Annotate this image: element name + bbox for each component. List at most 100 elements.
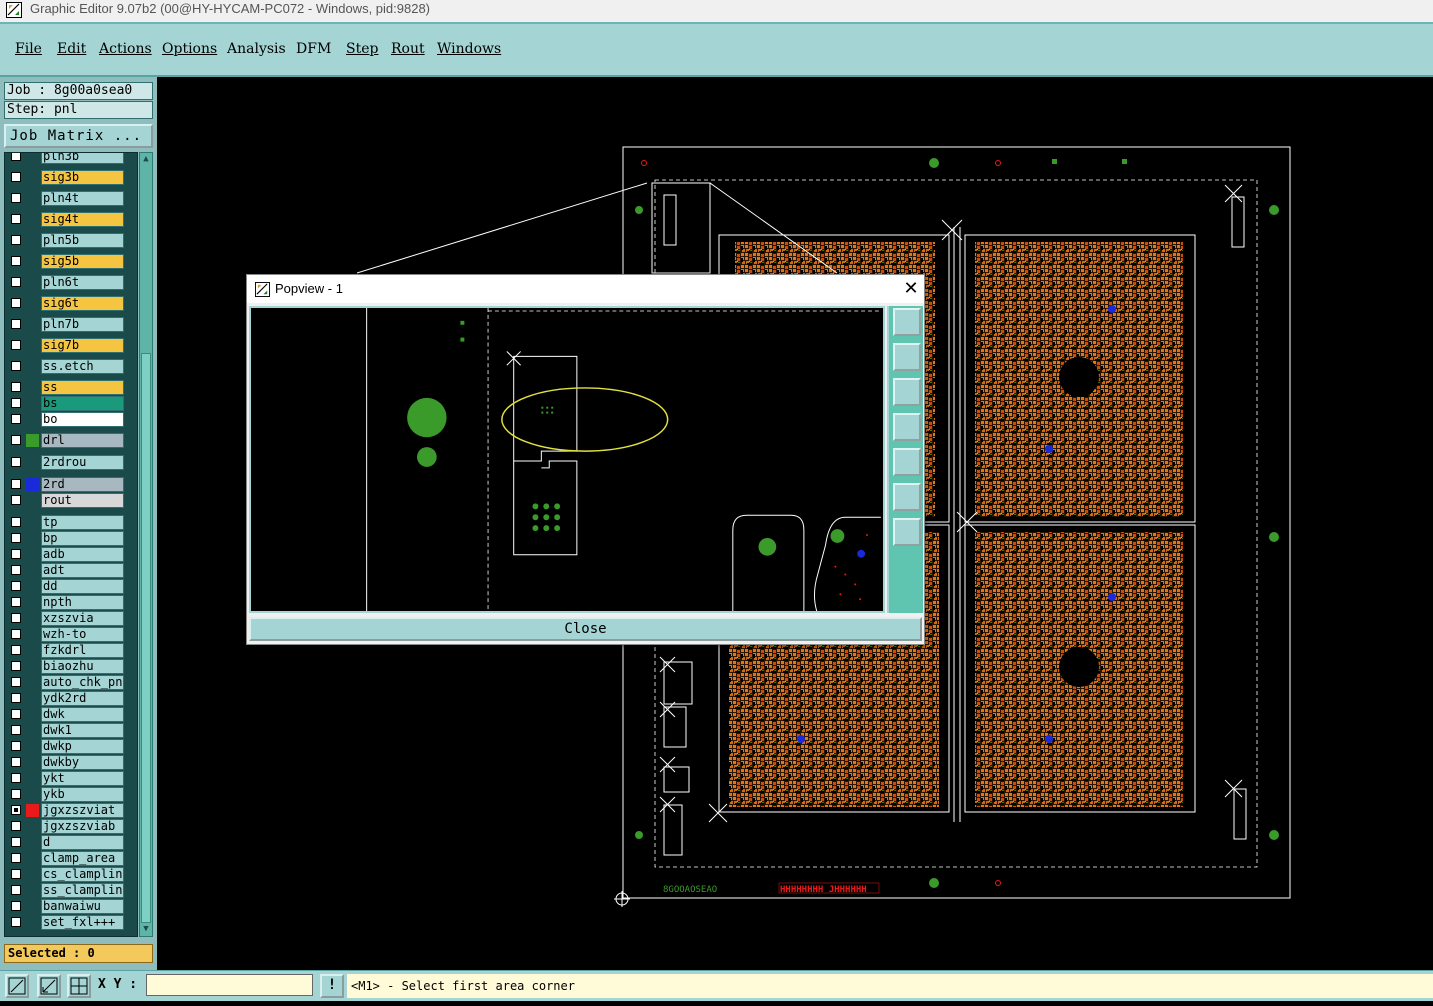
layer-row[interactable]: cs_clampline xyxy=(5,867,137,882)
layer-checkbox[interactable] xyxy=(11,597,21,607)
zoom-fit-icon[interactable] xyxy=(893,518,921,546)
layer-row[interactable]: sig4t xyxy=(5,212,137,227)
layer-checkbox[interactable] xyxy=(11,677,21,687)
layer-checkbox[interactable] xyxy=(11,693,21,703)
popview-canvas[interactable] xyxy=(249,306,885,613)
layer-name[interactable]: ss xyxy=(41,380,124,395)
layer-checkbox[interactable] xyxy=(11,901,21,911)
layer-checkbox[interactable] xyxy=(11,340,21,350)
menu-step[interactable]: Step xyxy=(346,41,378,57)
menu-file[interactable]: File xyxy=(15,41,42,57)
layer-row[interactable]: ykt xyxy=(5,771,137,786)
layer-row[interactable]: biaozhu xyxy=(5,659,137,674)
layer-name[interactable]: ss_clampline xyxy=(41,883,124,898)
menu-windows[interactable]: Windows xyxy=(437,41,501,57)
layer-name[interactable]: 2rdrou xyxy=(41,455,124,470)
layer-row[interactable]: pln5b xyxy=(5,233,137,248)
layer-row[interactable]: ss xyxy=(5,380,137,395)
layer-row[interactable]: dwk1 xyxy=(5,723,137,738)
layer-row[interactable]: ss_clampline xyxy=(5,883,137,898)
job-matrix-button[interactable]: Job Matrix ... xyxy=(4,124,153,148)
layer-row[interactable]: sig5b xyxy=(5,254,137,269)
layer-name[interactable]: wzh-to xyxy=(41,627,124,642)
layer-name[interactable]: ydk2rd xyxy=(41,691,124,706)
layer-row[interactable]: set_fxl+++ xyxy=(5,915,137,930)
layer-row[interactable]: d xyxy=(5,835,137,850)
layer-row[interactable]: auto_chk_pnl xyxy=(5,675,137,690)
layer-name[interactable]: bs xyxy=(41,396,124,411)
layer-checkbox[interactable] xyxy=(11,869,21,879)
layer-name[interactable]: dwk xyxy=(41,707,124,722)
layer-row[interactable]: bs xyxy=(5,396,137,411)
popview-close-button[interactable]: Close xyxy=(249,617,922,641)
layer-checkbox[interactable] xyxy=(11,435,21,445)
layer-checkbox[interactable] xyxy=(11,661,21,671)
layer-name[interactable]: bo xyxy=(41,412,124,427)
layer-name[interactable]: ykb xyxy=(41,787,124,802)
layer-name[interactable]: dd xyxy=(41,579,124,594)
layer-row[interactable]: fzkdrl xyxy=(5,643,137,658)
scroll-down-icon[interactable]: ▼ xyxy=(141,924,151,934)
pan-up-icon[interactable] xyxy=(893,343,921,371)
layer-row[interactable]: 2rd xyxy=(5,477,137,492)
layer-checkbox[interactable] xyxy=(11,581,21,591)
layer-row[interactable]: adt xyxy=(5,563,137,578)
layer-checkbox[interactable] xyxy=(11,414,21,424)
menu-rout[interactable]: Rout xyxy=(391,41,425,57)
layer-row[interactable]: bo xyxy=(5,412,137,427)
layer-row[interactable]: dwkp xyxy=(5,739,137,754)
layer-name[interactable]: ss.etch xyxy=(41,359,124,374)
menu-options[interactable]: Options xyxy=(162,41,217,57)
layer-checkbox[interactable] xyxy=(11,789,21,799)
layer-name[interactable]: pln6t xyxy=(41,275,124,290)
layer-checkbox[interactable] xyxy=(11,837,21,847)
layer-name[interactable]: adt xyxy=(41,563,124,578)
layer-checkbox[interactable] xyxy=(11,382,21,392)
layer-checkbox[interactable] xyxy=(11,214,21,224)
layer-name[interactable]: tp xyxy=(41,515,124,530)
layer-row[interactable]: pln3b xyxy=(5,153,137,164)
layer-name[interactable]: set_fxl+++ xyxy=(41,915,124,930)
layer-row[interactable]: clamp_area xyxy=(5,851,137,866)
layer-name[interactable]: sig5b xyxy=(41,254,124,269)
layer-checkbox[interactable] xyxy=(11,533,21,543)
layer-row[interactable]: dd xyxy=(5,579,137,594)
layer-checkbox[interactable] xyxy=(11,277,21,287)
layer-name[interactable]: biaozhu xyxy=(41,659,124,674)
layer-name[interactable]: sig3b xyxy=(41,170,124,185)
layer-checkbox[interactable] xyxy=(11,613,21,623)
message-icon[interactable]: ! xyxy=(320,974,344,998)
layer-row[interactable]: wzh-to xyxy=(5,627,137,642)
layer-row[interactable]: rout xyxy=(5,493,137,508)
layer-row[interactable]: drl xyxy=(5,433,137,448)
layer-row[interactable]: pln6t xyxy=(5,275,137,290)
layer-checkbox[interactable] xyxy=(11,256,21,266)
layer-name[interactable]: cs_clampline xyxy=(41,867,124,882)
layer-name[interactable]: banwaiwu xyxy=(41,899,124,914)
layer-checkbox[interactable] xyxy=(11,153,21,161)
layer-row[interactable]: banwaiwu xyxy=(5,899,137,914)
layer-name[interactable]: pln3b xyxy=(41,153,124,164)
layer-name[interactable]: pln5b xyxy=(41,233,124,248)
select-mode-icon[interactable] xyxy=(5,974,29,998)
layer-name[interactable]: drl xyxy=(41,433,124,448)
pan-down-icon[interactable] xyxy=(893,378,921,406)
layer-row[interactable]: pln7b xyxy=(5,317,137,332)
xy-input[interactable] xyxy=(146,974,313,996)
layer-row[interactable]: tp xyxy=(5,515,137,530)
layer-checkbox[interactable] xyxy=(11,725,21,735)
layer-checkbox[interactable] xyxy=(11,517,21,527)
layer-name[interactable]: pln7b xyxy=(41,317,124,332)
layer-name[interactable]: adb xyxy=(41,547,124,562)
scroll-up-icon[interactable]: ▲ xyxy=(141,154,151,164)
menu-edit[interactable]: Edit xyxy=(57,41,86,57)
layer-name[interactable]: bp xyxy=(41,531,124,546)
layer-checkbox[interactable] xyxy=(11,885,21,895)
menu-analysis[interactable]: Analysis xyxy=(227,41,286,57)
layer-name[interactable]: jgxzszviat xyxy=(41,803,124,818)
layer-checkbox[interactable] xyxy=(11,853,21,863)
layer-row[interactable]: jgxzszviab xyxy=(5,819,137,834)
close-icon[interactable]: ✕ xyxy=(901,278,921,298)
layer-checkbox[interactable] xyxy=(11,298,21,308)
layer-checkbox[interactable] xyxy=(11,457,21,467)
